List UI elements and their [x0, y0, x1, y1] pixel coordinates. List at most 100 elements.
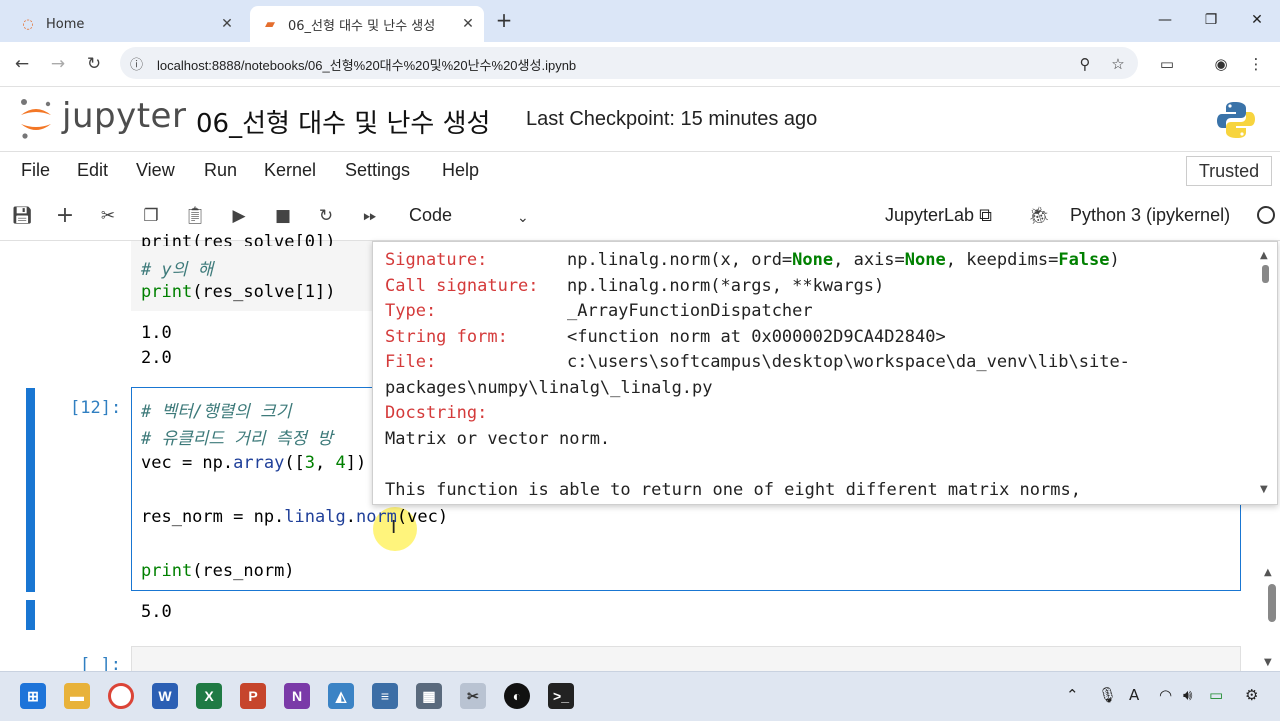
- taskbar: [0, 671, 1280, 721]
- python-logo-icon: [1217, 102, 1255, 138]
- more-menu-icon[interactable]: ⋮: [1245, 53, 1267, 75]
- zoom-icon[interactable]: ⚲: [1074, 53, 1096, 75]
- onenote-icon[interactable]: N: [284, 683, 310, 709]
- code-line: print(res_solve[0]): [141, 232, 336, 246]
- code-token: array: [233, 453, 285, 473]
- tooltip-value: _ArrayFunctionDispatcher: [567, 301, 813, 321]
- jupyter-logo-icon[interactable]: [18, 98, 54, 140]
- menu-settings[interactable]: Settings: [345, 160, 410, 181]
- tooltip-scrollbar-thumb[interactable]: [1262, 265, 1269, 283]
- menu-view[interactable]: View: [136, 160, 175, 181]
- keyword-token: None: [792, 250, 834, 270]
- file-explorer-icon[interactable]: ▬: [64, 683, 90, 709]
- snipping-tool-icon[interactable]: ✂: [460, 683, 486, 709]
- battery-icon[interactable]: ▭: [1209, 686, 1223, 704]
- active-cell-bar[interactable]: [26, 388, 35, 592]
- text-cursor-icon: I: [391, 517, 397, 538]
- tab-notebook[interactable]: ▰ 06_선형 대수 및 난수 생성 ✕: [250, 6, 484, 42]
- site-info-icon[interactable]: ⓘ: [130, 54, 143, 73]
- tooltip-key: File:: [385, 352, 437, 372]
- code-comment: # 벡터/행렬의 크기: [141, 402, 292, 422]
- app-icon[interactable]: ◭: [328, 683, 354, 709]
- close-tab-icon[interactable]: ✕: [217, 16, 237, 32]
- minimize-button[interactable]: —: [1145, 6, 1185, 34]
- code-token: ]): [345, 453, 367, 473]
- scroll-up-icon[interactable]: ▲: [1264, 567, 1272, 578]
- chevron-up-icon[interactable]: ⌃: [1066, 686, 1079, 704]
- menu-file[interactable]: File: [21, 160, 50, 181]
- code-token: linalg: [284, 507, 346, 527]
- next-cell-editor[interactable]: [131, 646, 1241, 672]
- tooltip-doc: This function is able to return one of e…: [385, 480, 1081, 500]
- trusted-indicator[interactable]: Trusted: [1186, 156, 1272, 186]
- url-text[interactable]: localhost:8888/notebooks/06_선형%20대수%20및%…: [157, 55, 576, 74]
- microphone-icon[interactable]: 🎙︎: [1098, 686, 1117, 704]
- notebook-tab-icon: ▰: [265, 16, 275, 32]
- restart-icon[interactable]: ↻: [314, 204, 338, 228]
- settings-gear-icon[interactable]: ⚙: [1245, 686, 1258, 704]
- forward-button[interactable]: →: [46, 52, 70, 76]
- tab-home[interactable]: ◌ Home ✕: [8, 6, 243, 42]
- checkpoint-status: Last Checkpoint: 15 minutes ago: [526, 108, 818, 130]
- back-button[interactable]: ←: [10, 52, 34, 76]
- run-icon[interactable]: ▶: [227, 204, 251, 228]
- jupyter-tab-icon: ◌: [22, 16, 34, 32]
- restore-button[interactable]: ❐: [1191, 6, 1231, 34]
- cast-icon[interactable]: ▭: [1156, 53, 1178, 75]
- code-args: (res_norm): [192, 561, 295, 581]
- debugger-icon[interactable]: 🐞︎: [1027, 204, 1051, 228]
- paste-icon[interactable]: 📋︎: [183, 204, 207, 228]
- new-tab-button[interactable]: +: [492, 8, 516, 32]
- external-link-icon: ⧉: [979, 205, 992, 225]
- active-output-bar[interactable]: [26, 600, 35, 630]
- code-token: (vec): [396, 507, 449, 527]
- close-tab-icon[interactable]: ✕: [458, 16, 478, 32]
- kernel-status-icon: [1257, 206, 1275, 224]
- fast-forward-icon[interactable]: ⏩︎: [358, 204, 382, 228]
- start-icon[interactable]: ⊞: [20, 683, 46, 709]
- stop-icon[interactable]: ■: [271, 204, 295, 228]
- menu-edit[interactable]: Edit: [77, 160, 108, 181]
- bookmark-star-icon[interactable]: ☆: [1107, 53, 1129, 75]
- menu-help[interactable]: Help: [442, 160, 479, 181]
- chrome-icon[interactable]: [108, 683, 134, 709]
- notepad-icon[interactable]: ≡: [372, 683, 398, 709]
- close-window-button[interactable]: ✕: [1237, 6, 1277, 34]
- cut-icon[interactable]: ✂: [96, 204, 120, 228]
- wifi-icon[interactable]: ◠: [1159, 686, 1172, 704]
- copy-icon[interactable]: ❐: [139, 204, 163, 228]
- profile-icon[interactable]: ◉: [1210, 53, 1232, 75]
- tooltip-row: File:: [385, 352, 436, 372]
- jupyterlab-link[interactable]: JupyterLab ⧉: [885, 205, 992, 226]
- code-line: print(res_norm): [141, 561, 295, 581]
- tooltip-key: Signature:: [385, 250, 488, 270]
- excel-icon[interactable]: X: [196, 683, 222, 709]
- jupyter-wordmark: jupyter: [62, 96, 187, 136]
- reload-button[interactable]: ↻: [82, 52, 106, 76]
- scroll-down-icon[interactable]: ▼: [1260, 484, 1268, 495]
- code-token: .: [345, 507, 356, 527]
- terminal-icon[interactable]: >_: [548, 683, 574, 709]
- menu-kernel[interactable]: Kernel: [264, 160, 316, 181]
- ime-icon[interactable]: A: [1129, 686, 1139, 704]
- notebook-title[interactable]: 06_선형 대수 및 난수 생성: [196, 103, 490, 140]
- code-token: vec = np.: [141, 453, 234, 473]
- volume-icon[interactable]: 🔊︎: [1183, 686, 1192, 704]
- scroll-up-icon[interactable]: ▲: [1260, 250, 1268, 261]
- builtin-print: print: [141, 561, 193, 581]
- keyword-token: False: [1058, 250, 1110, 270]
- save-icon[interactable]: 💾︎: [10, 204, 34, 228]
- tooltip-row: Type:: [385, 301, 436, 321]
- powerpoint-icon[interactable]: P: [240, 683, 266, 709]
- word-icon[interactable]: W: [152, 683, 178, 709]
- scroll-down-icon[interactable]: ▼: [1264, 657, 1272, 668]
- insert-cell-icon[interactable]: +: [53, 204, 77, 228]
- chevron-down-icon[interactable]: ⌄: [517, 210, 529, 226]
- menu-run[interactable]: Run: [204, 160, 237, 181]
- page-scrollbar-thumb[interactable]: [1268, 584, 1276, 622]
- calculator-icon[interactable]: ▦: [416, 683, 442, 709]
- cell-type-select[interactable]: Code: [409, 205, 452, 226]
- kernel-name[interactable]: Python 3 (ipykernel): [1070, 205, 1230, 226]
- cell-prompt: [12]:: [70, 398, 122, 418]
- github-icon[interactable]: ◐: [504, 683, 530, 709]
